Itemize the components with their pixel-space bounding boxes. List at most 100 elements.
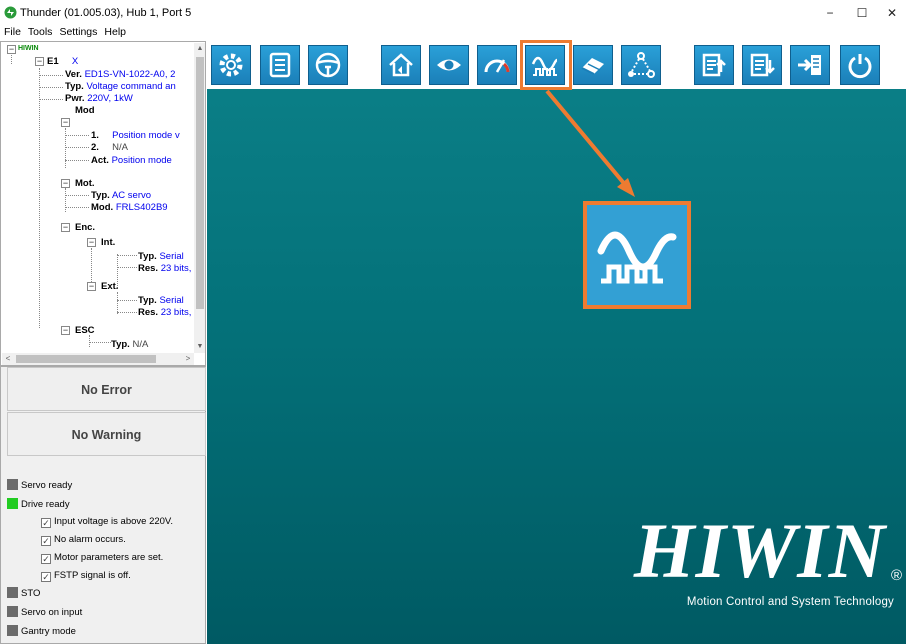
collapse-toggle[interactable]: − xyxy=(61,326,70,335)
tree-mod2-label: 2. xyxy=(91,142,99,153)
indicator-led xyxy=(7,587,18,598)
servo-on-input-indicator: Servo on input xyxy=(7,606,82,618)
drive-ready-indicator: Drive ready xyxy=(7,498,70,510)
tree-mod2-value: N/A xyxy=(112,142,128,153)
collapse-toggle[interactable]: − xyxy=(61,118,70,127)
tree-mod1-label: 1. xyxy=(91,130,99,141)
brand-logo: HIWIN ® Motion Control and System Techno… xyxy=(634,511,902,621)
tree-mot-mod-value: FRLS402B9 xyxy=(115,202,168,213)
status-panel: No Error No Warning Servo ready Drive re… xyxy=(0,366,206,644)
title-bar: Thunder (01.005.03), Hub 1, Port 5 − ☐ ✕ xyxy=(0,0,906,25)
home-icon[interactable] xyxy=(381,45,421,85)
indicator-led xyxy=(7,606,18,617)
eraser-icon[interactable] xyxy=(573,45,613,85)
menu-tools[interactable]: Tools xyxy=(24,25,56,38)
close-button[interactable]: ✕ xyxy=(880,4,904,22)
registered-mark: ® xyxy=(890,567,902,584)
checkbox-checked-icon: ✓ xyxy=(41,518,51,528)
list-document-icon[interactable] xyxy=(260,45,300,85)
eye-icon[interactable] xyxy=(429,45,469,85)
condition-label: Input voltage is above 220V. xyxy=(54,516,174,527)
tree-pwr-value: 220V, 1kW xyxy=(87,93,133,104)
tree-ext-typ-value: Serial xyxy=(159,295,184,306)
condition-label: No alarm occurs. xyxy=(54,534,126,545)
tree-node-ext[interactable]: Ext. xyxy=(101,281,118,292)
indicator-led xyxy=(7,498,18,509)
tree-vertical-scrollbar[interactable]: ▲ ▼ xyxy=(194,43,205,353)
tree-ver-label: Ver. xyxy=(65,69,82,80)
minimize-button[interactable]: − xyxy=(818,4,842,22)
main-area: HIWIN ® Motion Control and System Techno… xyxy=(207,40,906,644)
scroll-down-icon[interactable]: ▼ xyxy=(194,341,205,353)
indicator-led xyxy=(7,479,18,490)
checkbox-checked-icon: ✓ xyxy=(41,572,51,582)
condition-alarm: ✓ No alarm occurs. xyxy=(41,534,126,546)
scroll-left-icon[interactable]: < xyxy=(2,353,14,365)
waveform-scope-icon xyxy=(583,201,691,309)
condition-voltage: ✓ Input voltage is above 220V. xyxy=(41,516,173,528)
tree-ext-res-label: Res. xyxy=(138,307,159,318)
scroll-thumb[interactable] xyxy=(16,355,156,363)
sto-indicator: STO xyxy=(7,587,40,599)
power-icon[interactable] xyxy=(840,45,880,85)
collapse-toggle[interactable]: − xyxy=(7,45,16,54)
tree-mot-typ-value: AC servo xyxy=(111,190,152,201)
tree-horizontal-scrollbar[interactable]: < > xyxy=(2,353,194,365)
brand-name: HIWIN xyxy=(633,507,886,594)
import-document-icon[interactable] xyxy=(742,45,782,85)
tree-ver-value: ED1S-VN-1022-A0, 2 xyxy=(84,69,176,80)
gauge-icon[interactable] xyxy=(477,45,517,85)
condition-fstp: ✓ FSTP signal is off. xyxy=(41,570,131,582)
highlight-frame xyxy=(520,40,572,90)
sto-label: STO xyxy=(21,588,41,599)
scroll-up-icon[interactable]: ▲ xyxy=(194,43,205,55)
toolbar xyxy=(207,40,906,90)
tree-typ-label: Typ. xyxy=(65,81,84,92)
app-icon xyxy=(4,6,17,19)
tree-node-e1[interactable]: E1 xyxy=(47,56,59,67)
gantry-mode-indicator: Gantry mode xyxy=(7,625,76,637)
error-status: No Error xyxy=(7,367,206,411)
tree-mot-mod-label: Mod. xyxy=(91,202,114,213)
servo-on-input-label: Servo on input xyxy=(21,607,83,618)
tree-act-label: Act. xyxy=(91,155,109,166)
tree-act-value: Position mode xyxy=(111,155,172,166)
tree-ext-typ-label: Typ. xyxy=(138,295,157,306)
brand-tagline: Motion Control and System Technology xyxy=(686,596,894,608)
servo-ready-indicator: Servo ready xyxy=(7,479,72,491)
servo-ready-label: Servo ready xyxy=(21,480,73,491)
wrench-gear-icon[interactable] xyxy=(211,45,251,85)
indicator-led xyxy=(7,625,18,636)
tree-esc-typ-value: N/A xyxy=(132,339,149,350)
device-tree[interactable]: − HIWIN − E1 X Ver. ED1S-VN-1022-A0, 2 T… xyxy=(0,41,206,366)
checkbox-checked-icon: ✓ xyxy=(41,536,51,546)
tree-node-mod[interactable]: Mod xyxy=(75,105,95,116)
scroll-thumb[interactable] xyxy=(196,57,204,309)
warning-status: No Warning xyxy=(7,412,206,456)
tree-esc-typ-label: Typ. xyxy=(111,339,130,350)
tree-int-res-label: Res. xyxy=(138,263,159,274)
gantry-mode-label: Gantry mode xyxy=(21,626,76,637)
path-nodes-icon[interactable] xyxy=(621,45,661,85)
collapse-toggle[interactable]: − xyxy=(61,223,70,232)
maximize-button[interactable]: ☐ xyxy=(850,4,874,22)
menu-settings[interactable]: Settings xyxy=(55,25,100,38)
collapse-toggle[interactable]: − xyxy=(87,238,96,247)
tree-axis-value: X xyxy=(71,56,79,67)
tree-node-enc[interactable]: Enc. xyxy=(75,222,95,233)
collapse-toggle[interactable]: − xyxy=(35,57,44,66)
collapse-toggle[interactable]: − xyxy=(87,282,96,291)
window-title: Thunder (01.005.03), Hub 1, Port 5 xyxy=(20,7,192,19)
scroll-right-icon[interactable]: > xyxy=(182,353,194,365)
menu-help[interactable]: Help xyxy=(100,25,129,38)
tree-node-mot[interactable]: Mot. xyxy=(75,178,95,189)
steering-wheel-icon[interactable] xyxy=(308,45,348,85)
export-document-icon[interactable] xyxy=(694,45,734,85)
tree-mod1-value: Position mode v xyxy=(112,130,180,141)
tree-root-label: HIWIN xyxy=(18,45,39,52)
save-to-drive-icon[interactable] xyxy=(790,45,830,85)
tree-node-int[interactable]: Int. xyxy=(101,237,115,248)
menu-file[interactable]: File xyxy=(0,25,24,38)
collapse-toggle[interactable]: − xyxy=(61,179,70,188)
tree-node-esc[interactable]: ESC xyxy=(75,325,95,336)
